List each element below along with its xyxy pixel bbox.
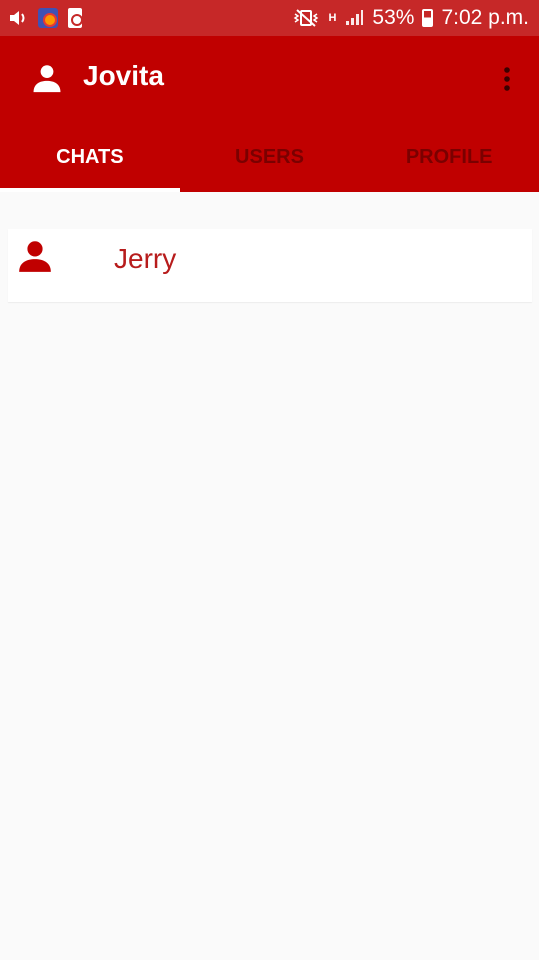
tab-bar: CHATS USERS PROFILE [0, 122, 539, 192]
person-icon [19, 241, 51, 272]
status-left-icons [8, 7, 83, 29]
battery-percent: 53% [372, 6, 415, 29]
status-right-icons: H 53% 7:02 p.m. [292, 5, 529, 31]
battery-icon [422, 9, 434, 27]
list-item[interactable]: Jerry [8, 229, 532, 302]
clock: 7:02 p.m. [441, 6, 529, 29]
tab-users-label: USERS [235, 145, 304, 168]
toolbar: Jovita [0, 36, 539, 122]
signal-icon [346, 10, 364, 25]
app-bar: Jovita CHATS USERS PROFILE [0, 36, 539, 192]
volume-icon [10, 11, 25, 25]
tab-chats-label: CHATS [56, 145, 124, 168]
vibrate-mute-icon [294, 9, 319, 27]
app-title: Jovita [83, 60, 164, 91]
status-bar: H 53% 7:02 p.m. [0, 0, 539, 36]
more-vert-icon[interactable] [496, 64, 518, 94]
network-type-label: H [328, 12, 337, 24]
app-notification-icon [38, 8, 58, 28]
tab-users[interactable]: USERS [180, 122, 360, 192]
chat-list: Jerry [0, 192, 539, 960]
tab-chats[interactable]: CHATS [0, 122, 180, 192]
account-icon[interactable] [30, 61, 64, 95]
sync-notification-icon [68, 8, 83, 28]
chat-contact-name: Jerry [114, 243, 177, 274]
tab-profile-label: PROFILE [405, 145, 493, 168]
tab-profile[interactable]: PROFILE [359, 122, 539, 192]
